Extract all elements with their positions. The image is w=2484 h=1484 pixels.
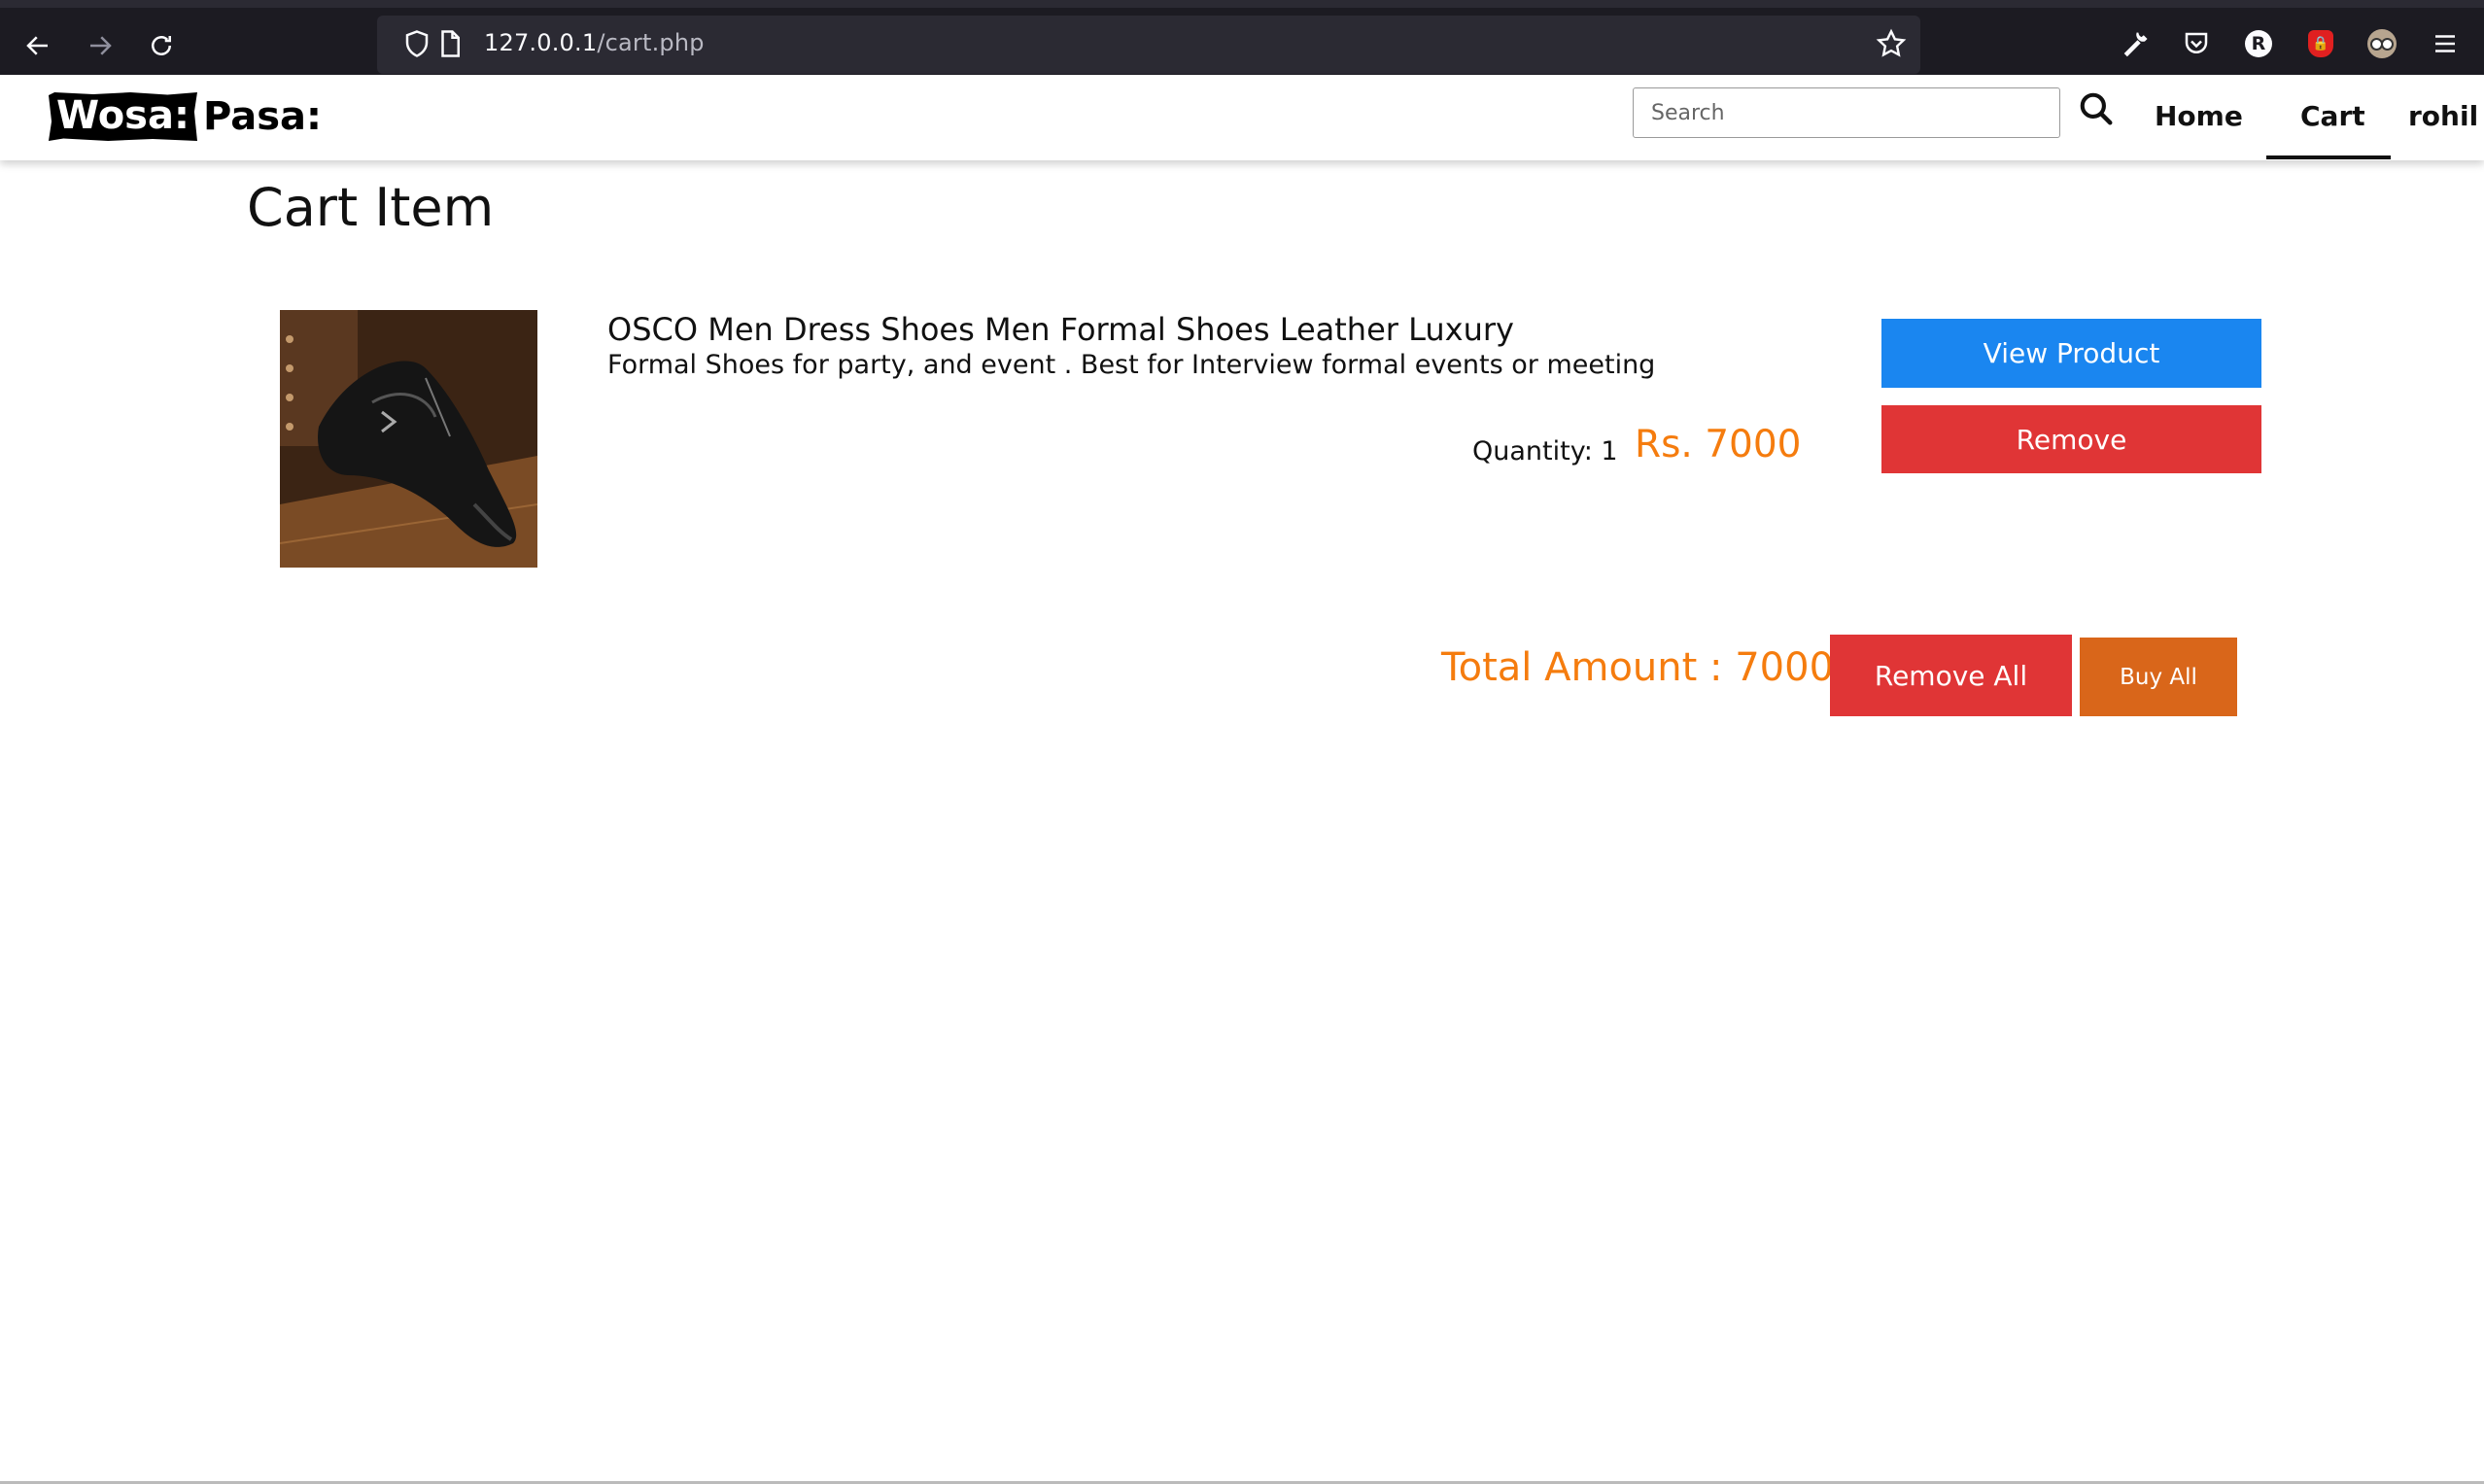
forward-button[interactable] [78,23,122,68]
search-input[interactable] [1633,87,2060,138]
account-avatar-icon[interactable]: R [2242,27,2275,60]
site-logo[interactable]: Wosa: Pasa: [49,86,322,147]
product-name: OSCO Men Dress Shoes Men Formal Shoes Le… [607,311,1514,348]
remove-all-button[interactable]: Remove All [1830,635,2072,716]
browser-toolbar: 127.0.0.1/cart.php R 🔒 [0,0,2484,75]
total-amount: Total Amount : 7000 [1441,645,1835,690]
back-button[interactable] [16,23,60,68]
product-description: Formal Shoes for party, and event . Best… [607,350,1656,380]
extension-face-icon[interactable] [2365,27,2398,60]
arrow-right-icon [90,36,112,55]
bookmark-star-icon[interactable] [1876,28,1907,59]
site-header: Wosa: Pasa: Home Cart rohil [0,75,2484,160]
buy-all-button[interactable]: Buy All [2080,638,2237,716]
product-image[interactable] [280,310,537,568]
wrench-icon[interactable] [2119,27,2152,60]
nav-user-link[interactable]: rohil [2408,100,2478,132]
reload-button[interactable] [139,23,184,68]
nav-home-link[interactable]: Home [2155,100,2243,132]
url-path: /cart.php [597,29,705,56]
arrow-left-icon [26,36,48,55]
hamburger-menu-icon[interactable] [2429,27,2462,60]
url-bar[interactable]: 127.0.0.1/cart.php [377,16,1920,74]
page-icon [441,30,460,57]
nav-active-indicator [2266,155,2391,159]
url-host: 127.0.0.1 [484,29,598,56]
pocket-icon[interactable] [2180,27,2213,60]
view-product-button[interactable]: View Product [1881,319,2261,388]
extension-shield-icon[interactable]: 🔒 [2304,27,2337,60]
reload-icon [152,36,171,55]
page-title: Cart Item [247,177,495,238]
logo-box-text: Wosa: [49,92,197,141]
remove-item-button[interactable]: Remove [1881,405,2261,473]
logo-text: Pasa: [202,94,323,139]
product-quantity: Quantity: 1 [1472,436,1618,466]
search-icon[interactable] [2078,90,2115,127]
nav-cart-link[interactable]: Cart [2300,100,2365,132]
product-price: Rs. 7000 [1635,423,1802,466]
shield-icon[interactable] [402,29,431,58]
url-text[interactable]: 127.0.0.1/cart.php [484,29,705,56]
